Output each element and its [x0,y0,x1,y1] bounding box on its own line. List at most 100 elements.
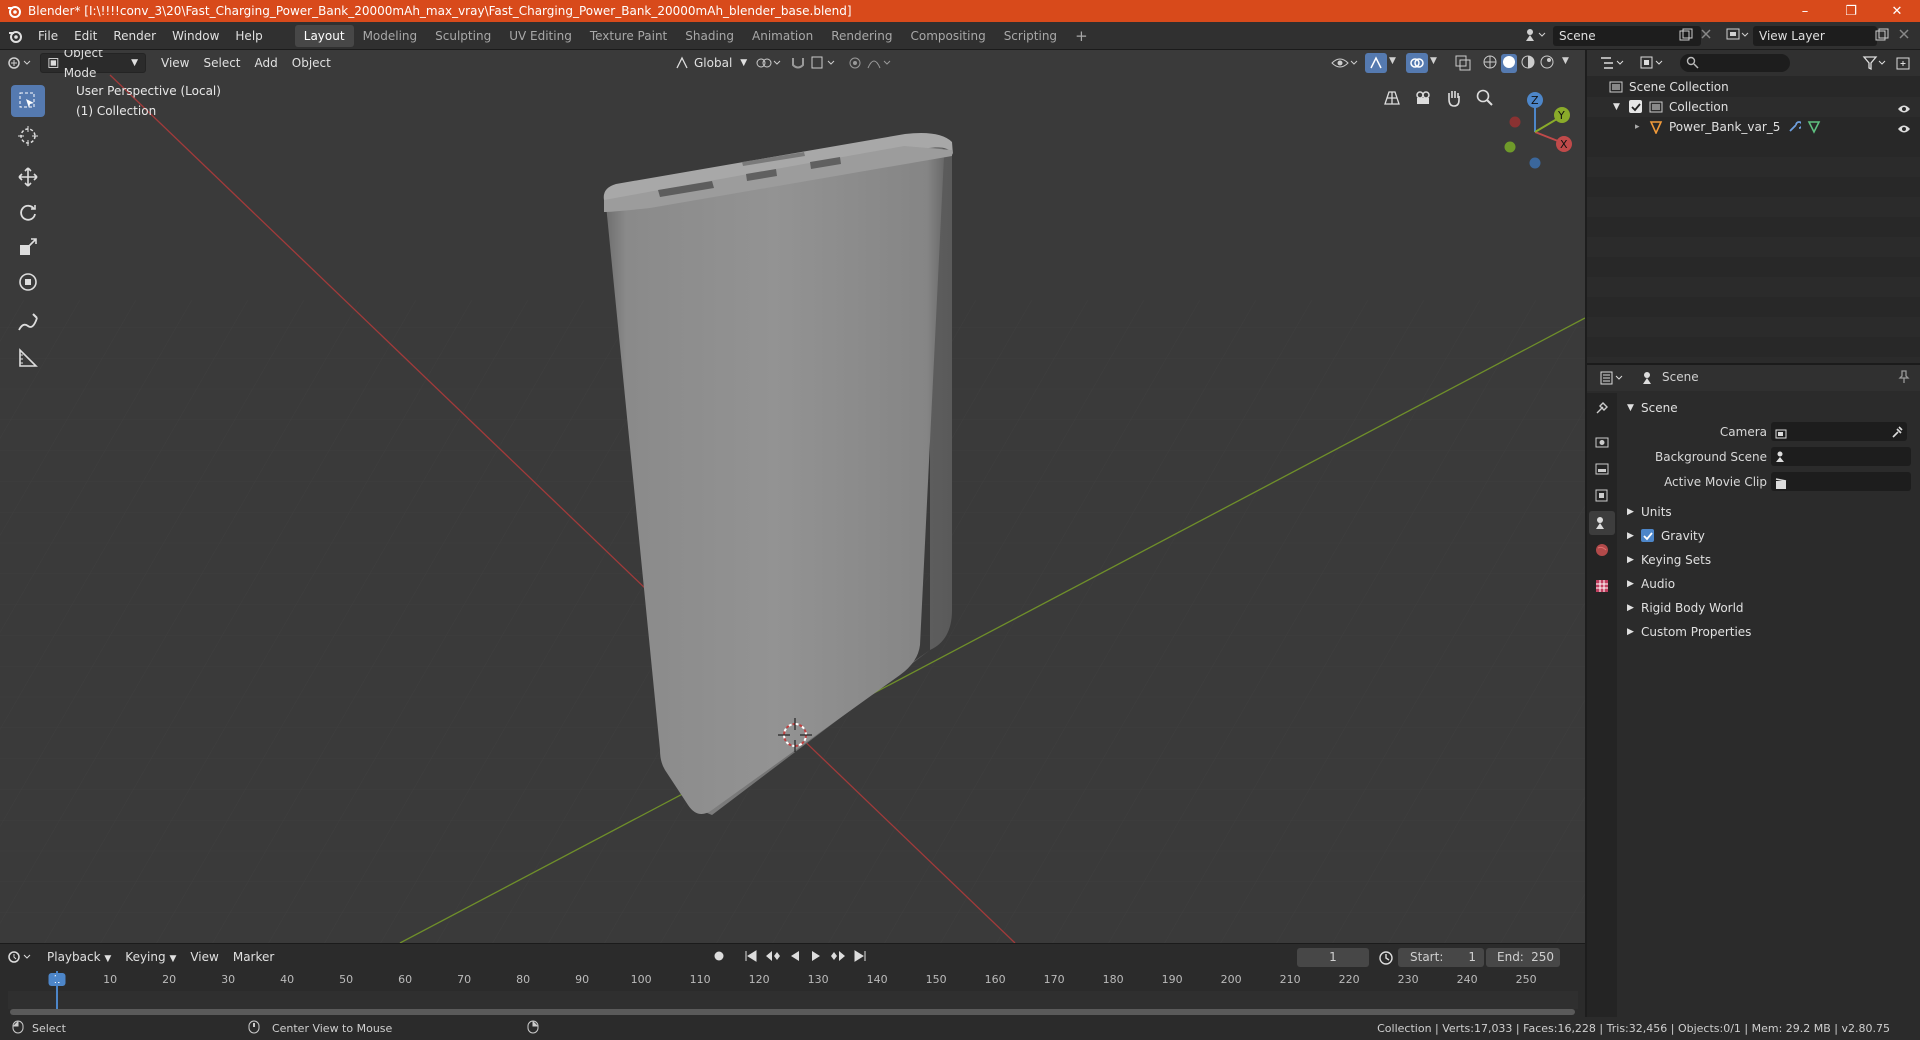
viewport-menu-view[interactable]: View [154,53,196,73]
rendered-shading-icon[interactable] [1539,54,1555,73]
background-scene-field[interactable] [1771,447,1911,466]
transform-orientation-dropdown[interactable]: Global ▼ [668,53,754,73]
solid-shading-icon[interactable] [1501,54,1517,73]
timeline-track-area[interactable] [8,991,1578,1009]
maximize-button[interactable]: ❐ [1828,0,1874,22]
new-collection-icon[interactable] [1895,55,1911,74]
chevron-down-icon[interactable]: ▼ [1562,56,1569,66]
tab-layout[interactable]: Layout [294,24,354,47]
outliner-row-collection[interactable]: ▼ Collection [1587,97,1920,117]
3d-viewport[interactable]: Object Mode ▼ View Select Add Object Glo… [0,50,1585,943]
play-reverse-icon[interactable] [788,949,802,966]
outliner-search-input[interactable] [1680,54,1790,72]
audio-section[interactable]: ▶ Audio [1621,573,1917,595]
viewport-menu-object[interactable]: Object [285,53,338,73]
outliner-row-scene-collection[interactable]: Scene Collection [1587,77,1920,97]
overlays-toggle-icon[interactable] [1406,53,1428,73]
axis-gizmo-icon[interactable]: Z Y X [1490,80,1580,180]
outliner-row-power-bank[interactable]: ▸ Power_Bank_var_5 [1587,117,1920,137]
camera-field[interactable] [1771,422,1907,441]
rigid-body-world-section[interactable]: ▶ Rigid Body World [1621,597,1917,619]
properties-editor-type-icon[interactable] [1599,370,1627,389]
object-mode-dropdown[interactable]: Object Mode ▼ [40,50,146,80]
tab-rendering[interactable]: Rendering [822,25,901,47]
timeline-view-menu[interactable]: View [183,947,225,967]
eyedropper-icon[interactable] [1891,424,1903,446]
rotate-tool[interactable] [11,196,45,228]
timeline-editor-type-icon[interactable] [0,950,40,964]
snap-icon[interactable] [790,54,840,75]
filter-icon[interactable] [1862,55,1890,74]
copy-scene-icon[interactable] [1679,28,1693,45]
chevron-down-icon[interactable]: ▼ [1430,56,1437,66]
units-section[interactable]: ▶ Units [1621,501,1917,523]
scene-tab-icon[interactable] [1589,511,1615,535]
display-mode-icon[interactable] [1639,55,1667,74]
tab-animation[interactable]: Animation [743,25,822,47]
pivot-point-icon[interactable] [755,55,783,74]
tool-tab-icon[interactable] [1589,396,1615,420]
tab-scripting[interactable]: Scripting [995,25,1066,47]
close-button[interactable]: ✕ [1874,0,1920,22]
menu-help[interactable]: Help [227,25,270,47]
remove-view-layer-icon[interactable] [1898,28,1910,43]
transform-tool[interactable] [11,266,45,298]
tab-modeling[interactable]: Modeling [354,25,427,47]
output-tab-icon[interactable] [1589,457,1615,481]
proportional-editing-icon[interactable] [848,54,896,75]
playhead-line[interactable] [56,971,58,1009]
active-movie-clip-field[interactable] [1771,472,1911,491]
tab-shading[interactable]: Shading [676,25,743,47]
world-tab-icon[interactable] [1589,538,1615,562]
previous-keyframe-icon[interactable] [765,949,781,966]
collection-checkbox[interactable] [1629,100,1642,113]
keying-sets-section[interactable]: ▶ Keying Sets [1621,549,1917,571]
clock-icon[interactable] [1378,950,1394,969]
playback-menu[interactable]: Playback ▼ [40,947,118,967]
visibility-icon[interactable] [1330,54,1360,75]
menu-render[interactable]: Render [105,25,164,47]
grid-view-icon[interactable] [1382,88,1402,111]
chevron-down-icon[interactable]: ▼ [1389,56,1396,66]
keying-menu[interactable]: Keying ▼ [118,947,183,967]
menu-edit[interactable]: Edit [66,25,105,47]
jump-start-icon[interactable] [744,949,758,966]
wireframe-shading-icon[interactable] [1482,54,1498,73]
render-tab-icon[interactable] [1589,430,1615,454]
end-frame-field[interactable]: End: 250 [1486,948,1560,967]
editor-type-icon[interactable] [0,56,40,70]
camera-view-icon[interactable] [1413,88,1433,111]
scene-panel-header[interactable]: ▼ Scene [1621,397,1917,419]
viewport-menu-add[interactable]: Add [248,53,285,73]
view-layer-field[interactable]: View Layer [1753,26,1877,46]
start-frame-field[interactable]: Start: 1 [1398,948,1484,967]
custom-properties-section[interactable]: ▶ Custom Properties [1621,621,1917,643]
pin-icon[interactable] [1897,370,1911,387]
marker-menu[interactable]: Marker [226,947,281,967]
add-workspace-button[interactable]: + [1066,25,1097,47]
xray-icon[interactable] [1454,54,1472,75]
remove-scene-icon[interactable] [1700,28,1712,43]
viewport-scene[interactable] [0,50,1585,943]
view-layer-tab-icon[interactable] [1589,484,1615,508]
cursor-tool[interactable] [11,120,45,152]
gizmo-toggle-icon[interactable] [1365,53,1387,73]
annotate-tool[interactable] [11,307,45,339]
pan-hand-icon[interactable] [1444,88,1464,111]
blender-menu-icon[interactable] [0,29,30,43]
expand-triangle-icon[interactable]: ▼ [1613,97,1620,117]
expand-triangle-icon[interactable]: ▸ [1635,117,1640,137]
measure-tool[interactable] [11,342,45,374]
tab-compositing[interactable]: Compositing [901,25,994,47]
add-view-layer-icon[interactable] [1875,28,1889,45]
move-tool[interactable] [11,161,45,193]
play-icon[interactable] [809,949,823,966]
select-box-tool[interactable] [11,85,45,117]
jump-end-icon[interactable] [853,949,867,966]
material-shading-icon[interactable] [1520,54,1536,73]
tab-uv-editing[interactable]: UV Editing [500,25,581,47]
gravity-checkbox[interactable] [1641,529,1654,542]
minimize-button[interactable]: – [1782,0,1828,22]
outliner-editor-type-icon[interactable] [1599,55,1627,74]
timeline-scrollbar[interactable] [10,1009,1575,1015]
